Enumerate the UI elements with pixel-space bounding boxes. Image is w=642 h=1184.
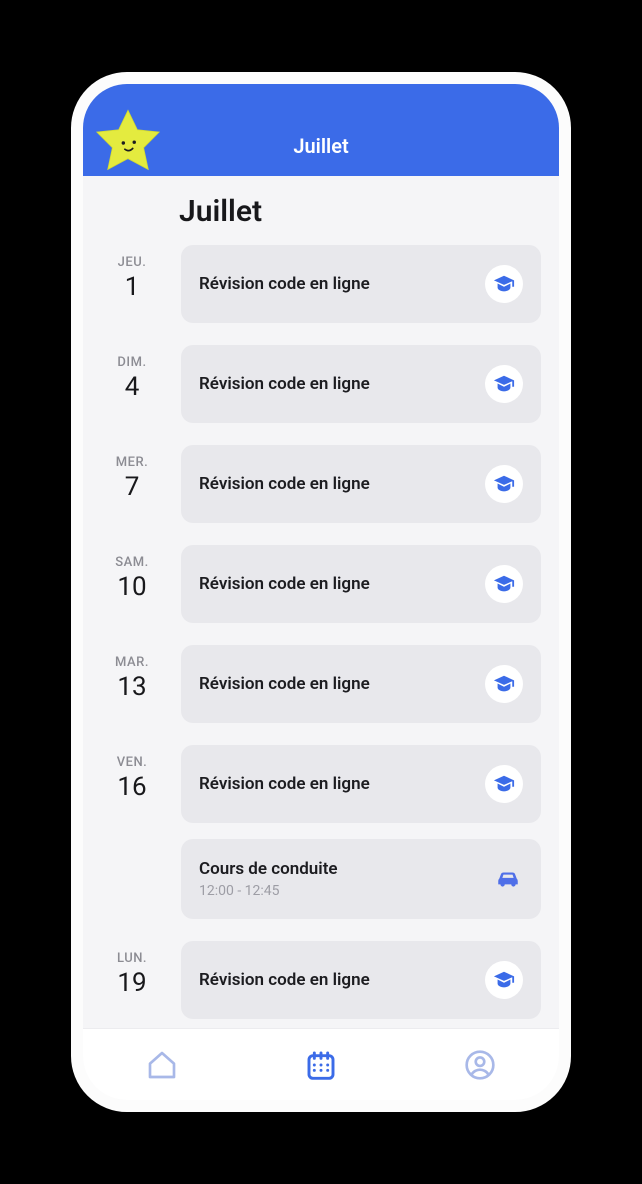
tab-home[interactable] bbox=[145, 1048, 179, 1082]
star-mascot-icon bbox=[89, 104, 167, 182]
event-card[interactable]: Révision code en ligne bbox=[181, 745, 541, 823]
date-col: LUN. 19 bbox=[83, 941, 181, 998]
month-heading: Juillet bbox=[83, 176, 541, 245]
date-col: JEU. 1 bbox=[83, 245, 181, 302]
graduation-icon bbox=[485, 961, 523, 999]
tab-profile[interactable] bbox=[463, 1048, 497, 1082]
day-row: VEN. 16 Révision code en ligne Cours de … bbox=[83, 745, 541, 919]
day-of-week: MAR. bbox=[115, 655, 149, 670]
header-title: Juillet bbox=[293, 134, 348, 158]
day-number: 4 bbox=[125, 372, 140, 402]
tab-bar bbox=[83, 1028, 559, 1100]
graduation-icon bbox=[485, 265, 523, 303]
day-row: SAM. 10 Révision code en ligne bbox=[83, 545, 541, 623]
event-title: Révision code en ligne bbox=[199, 574, 473, 594]
event-title: Révision code en ligne bbox=[199, 474, 473, 494]
day-of-week: JEU. bbox=[118, 255, 147, 270]
day-row: MER. 7 Révision code en ligne bbox=[83, 445, 541, 523]
event-time: 12:00 - 12:45 bbox=[199, 883, 481, 899]
day-row: DIM. 4 Révision code en ligne bbox=[83, 345, 541, 423]
date-col: MER. 7 bbox=[83, 445, 181, 502]
date-col: VEN. 16 bbox=[83, 745, 181, 802]
graduation-icon bbox=[485, 465, 523, 503]
car-icon bbox=[493, 864, 523, 894]
header-bar: Juillet bbox=[83, 84, 559, 176]
event-card[interactable]: Révision code en ligne bbox=[181, 645, 541, 723]
event-title: Cours de conduite bbox=[199, 859, 481, 879]
schedule-scroll[interactable]: Juillet JEU. 1 Révision code en ligne DI… bbox=[83, 176, 559, 1028]
graduation-icon bbox=[485, 565, 523, 603]
tab-calendar[interactable] bbox=[304, 1048, 338, 1082]
event-card[interactable]: Révision code en ligne bbox=[181, 245, 541, 323]
event-title: Révision code en ligne bbox=[199, 374, 473, 394]
day-of-week: VEN. bbox=[117, 755, 148, 770]
day-of-week: MER. bbox=[116, 455, 149, 470]
day-number: 16 bbox=[117, 772, 146, 802]
day-of-week: DIM. bbox=[117, 355, 146, 370]
day-row: JEU. 1 Révision code en ligne bbox=[83, 245, 541, 323]
day-number: 19 bbox=[117, 968, 146, 998]
event-card[interactable]: Révision code en ligne bbox=[181, 545, 541, 623]
graduation-icon bbox=[485, 665, 523, 703]
event-title: Révision code en ligne bbox=[199, 674, 473, 694]
day-number: 7 bbox=[125, 472, 140, 502]
event-card[interactable]: Cours de conduite 12:00 - 12:45 bbox=[181, 839, 541, 919]
day-row: MAR. 13 Révision code en ligne bbox=[83, 645, 541, 723]
date-col: SAM. 10 bbox=[83, 545, 181, 602]
event-card[interactable]: Révision code en ligne bbox=[181, 941, 541, 1019]
date-col: MAR. 13 bbox=[83, 645, 181, 702]
phone-frame: Juillet Juillet JEU. 1 Révision code en … bbox=[71, 72, 571, 1112]
day-number: 10 bbox=[117, 572, 146, 602]
event-card[interactable]: Révision code en ligne bbox=[181, 345, 541, 423]
day-of-week: LUN. bbox=[117, 951, 147, 966]
event-title: Révision code en ligne bbox=[199, 970, 473, 990]
graduation-icon bbox=[485, 365, 523, 403]
event-title: Révision code en ligne bbox=[199, 774, 473, 794]
event-card[interactable]: Révision code en ligne bbox=[181, 445, 541, 523]
day-number: 1 bbox=[125, 272, 140, 302]
event-title: Révision code en ligne bbox=[199, 274, 473, 294]
day-row: LUN. 19 Révision code en ligne bbox=[83, 941, 541, 1019]
date-col: DIM. 4 bbox=[83, 345, 181, 402]
day-number: 13 bbox=[117, 672, 146, 702]
graduation-icon bbox=[485, 765, 523, 803]
day-of-week: SAM. bbox=[115, 555, 148, 570]
